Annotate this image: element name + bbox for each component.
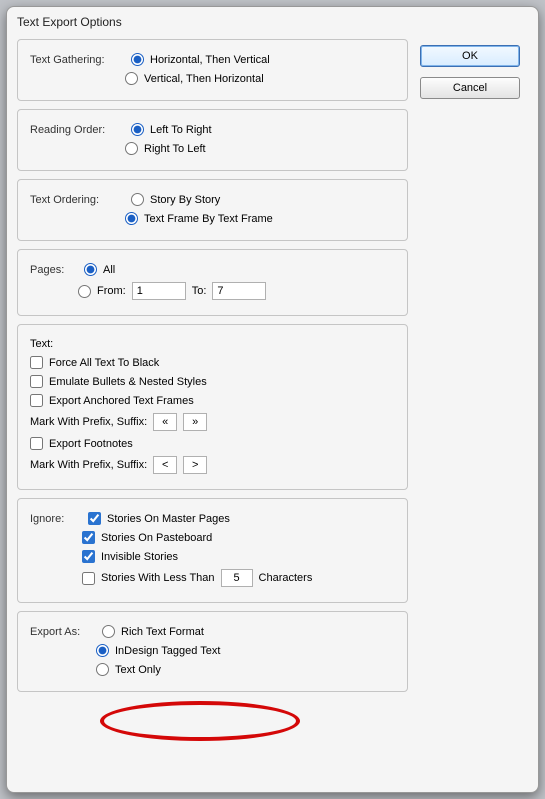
radio-horizontal-vertical[interactable]: Horizontal, Then Vertical: [131, 53, 270, 66]
radio-pages-all-label: All: [103, 264, 115, 276]
mark-prefix-label-1: Mark With Prefix, Suffix:: [30, 416, 147, 428]
radio-tagged-label: InDesign Tagged Text: [115, 645, 220, 657]
ignore-label: Ignore:: [30, 513, 82, 525]
radio-textonly-input[interactable]: [96, 663, 109, 676]
check-pasteboard-input[interactable]: [82, 531, 95, 544]
ok-button[interactable]: OK: [420, 45, 520, 67]
radio-rtf[interactable]: Rich Text Format: [102, 625, 204, 638]
check-footnotes-label: Export Footnotes: [49, 438, 133, 450]
check-emulate[interactable]: Emulate Bullets & Nested Styles: [30, 375, 207, 388]
cancel-button[interactable]: Cancel: [420, 77, 520, 99]
ignore-group: Ignore: Stories On Master Pages Stories …: [17, 498, 408, 603]
radio-pages-all-input[interactable]: [84, 263, 97, 276]
reading-order-label: Reading Order:: [30, 124, 125, 136]
radio-ltr-label: Left To Right: [150, 124, 212, 136]
radio-pages-from-label: From:: [97, 285, 126, 297]
prefix-field-2[interactable]: [153, 456, 177, 474]
check-pasteboard-label: Stories On Pasteboard: [101, 532, 212, 544]
radio-ltr-input[interactable]: [131, 123, 144, 136]
options-column: Text Gathering: Horizontal, Then Vertica…: [17, 39, 408, 700]
radio-rtl[interactable]: Right To Left: [125, 142, 206, 155]
radio-horizontal-vertical-input[interactable]: [131, 53, 144, 66]
less-than-field[interactable]: [221, 569, 253, 587]
pages-label: Pages:: [30, 264, 78, 276]
radio-story-by-story[interactable]: Story By Story: [131, 193, 220, 206]
radio-vertical-horizontal-label: Vertical, Then Horizontal: [144, 73, 264, 85]
pages-group: Pages: All From: To:: [17, 249, 408, 316]
check-pasteboard[interactable]: Stories On Pasteboard: [82, 531, 212, 544]
check-emulate-label: Emulate Bullets & Nested Styles: [49, 376, 207, 388]
check-invisible-label: Invisible Stories: [101, 551, 178, 563]
radio-frame-by-frame-input[interactable]: [125, 212, 138, 225]
text-ordering-label: Text Ordering:: [30, 194, 125, 206]
check-invisible[interactable]: Invisible Stories: [82, 550, 178, 563]
check-less-than[interactable]: Stories With Less Than: [82, 572, 215, 585]
check-master-label: Stories On Master Pages: [107, 513, 230, 525]
reading-order-group: Reading Order: Left To Right Right To Le…: [17, 109, 408, 171]
button-column: OK Cancel: [420, 39, 528, 109]
radio-story-by-story-input[interactable]: [131, 193, 144, 206]
characters-label: Characters: [259, 572, 313, 584]
text-ordering-group: Text Ordering: Story By Story Text Frame…: [17, 179, 408, 241]
prefix-field-1[interactable]: [153, 413, 177, 431]
export-as-group: Export As: Rich Text Format InDesign Tag…: [17, 611, 408, 692]
dialog-content: Text Gathering: Horizontal, Then Vertica…: [7, 33, 538, 710]
radio-story-by-story-label: Story By Story: [150, 194, 220, 206]
check-master[interactable]: Stories On Master Pages: [88, 512, 230, 525]
radio-rtf-label: Rich Text Format: [121, 626, 204, 638]
check-master-input[interactable]: [88, 512, 101, 525]
check-footnotes-input[interactable]: [30, 437, 43, 450]
radio-rtl-input[interactable]: [125, 142, 138, 155]
dialog-title: Text Export Options: [7, 7, 538, 33]
radio-tagged-input[interactable]: [96, 644, 109, 657]
check-emulate-input[interactable]: [30, 375, 43, 388]
radio-rtl-label: Right To Left: [144, 143, 206, 155]
check-footnotes[interactable]: Export Footnotes: [30, 437, 133, 450]
text-section-label: Text:: [30, 338, 53, 350]
check-force-black-label: Force All Text To Black: [49, 357, 159, 369]
radio-textonly-label: Text Only: [115, 664, 161, 676]
check-force-black-input[interactable]: [30, 356, 43, 369]
radio-frame-by-frame[interactable]: Text Frame By Text Frame: [125, 212, 273, 225]
radio-pages-from[interactable]: From:: [78, 285, 126, 298]
suffix-field-1[interactable]: [183, 413, 207, 431]
check-anchored-label: Export Anchored Text Frames: [49, 395, 194, 407]
pages-to-field[interactable]: [212, 282, 266, 300]
radio-frame-by-frame-label: Text Frame By Text Frame: [144, 213, 273, 225]
check-anchored-input[interactable]: [30, 394, 43, 407]
radio-vertical-horizontal-input[interactable]: [125, 72, 138, 85]
dialog: Text Export Options Text Gathering: Hori…: [6, 6, 539, 793]
radio-tagged[interactable]: InDesign Tagged Text: [96, 644, 220, 657]
radio-vertical-horizontal[interactable]: Vertical, Then Horizontal: [125, 72, 264, 85]
pages-from-field[interactable]: [132, 282, 186, 300]
pages-to-label: To:: [192, 285, 207, 297]
check-less-than-input[interactable]: [82, 572, 95, 585]
check-force-black[interactable]: Force All Text To Black: [30, 356, 159, 369]
text-gathering-label: Text Gathering:: [30, 54, 125, 66]
check-less-than-label: Stories With Less Than: [101, 572, 215, 584]
mark-prefix-label-2: Mark With Prefix, Suffix:: [30, 459, 147, 471]
radio-ltr[interactable]: Left To Right: [131, 123, 212, 136]
text-gathering-group: Text Gathering: Horizontal, Then Vertica…: [17, 39, 408, 101]
suffix-field-2[interactable]: [183, 456, 207, 474]
radio-pages-all[interactable]: All: [84, 263, 115, 276]
text-group: Text: Force All Text To Black Emulate Bu…: [17, 324, 408, 490]
radio-horizontal-vertical-label: Horizontal, Then Vertical: [150, 54, 270, 66]
radio-rtf-input[interactable]: [102, 625, 115, 638]
export-as-label: Export As:: [30, 626, 96, 638]
radio-pages-from-input[interactable]: [78, 285, 91, 298]
check-invisible-input[interactable]: [82, 550, 95, 563]
check-anchored[interactable]: Export Anchored Text Frames: [30, 394, 194, 407]
radio-textonly[interactable]: Text Only: [96, 663, 161, 676]
